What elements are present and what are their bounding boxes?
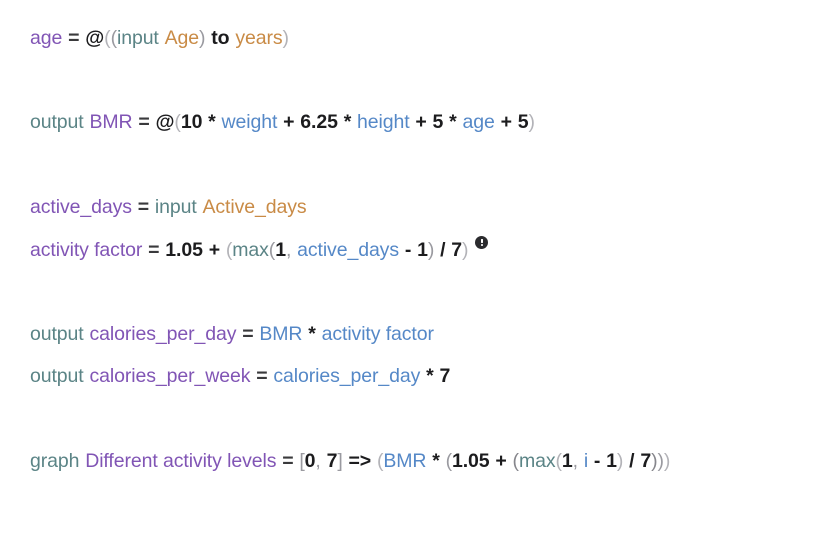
input-label-active-days[interactable]: Active_days	[203, 196, 307, 218]
at-operator: @	[85, 27, 105, 49]
defined-name-calories-per-day[interactable]: calories_per_day	[89, 323, 236, 345]
divide-operator: /	[629, 450, 635, 472]
equals-operator: =	[242, 323, 254, 345]
keyword-output: output	[30, 111, 84, 133]
arrow-operator: =>	[348, 450, 372, 472]
plus-operator-2: +	[415, 111, 427, 133]
function-max: max	[518, 450, 556, 472]
at-operator: @	[155, 111, 175, 133]
multiply-operator: *	[308, 323, 316, 345]
number-7: 7	[439, 365, 451, 387]
bracket-close: ]	[337, 450, 343, 472]
plus-operator-3: +	[500, 111, 512, 133]
keyword-input: input	[154, 196, 197, 218]
multiply-operator-3: *	[449, 111, 457, 133]
reference-height[interactable]: height	[357, 111, 410, 133]
formula-line-calories-per-week[interactable]: output calories_per_week = calories_per_day…	[30, 363, 793, 389]
equals-operator: =	[282, 450, 294, 472]
comma-1: ,	[315, 450, 321, 472]
plus-operator: +	[208, 239, 220, 261]
number-7: 7	[451, 239, 462, 261]
multiply-operator: *	[432, 450, 440, 472]
paren-close: )	[528, 111, 535, 133]
reference-age[interactable]: age	[462, 111, 494, 133]
formula-line-age[interactable]: age = @((input Age) to years)	[30, 25, 793, 51]
number-1-05: 1.05	[451, 450, 490, 472]
formula-line-bmr[interactable]: output BMR = @(10 * weight +6.25 * height +5 * age +…	[30, 109, 793, 135]
keyword-output: output	[30, 323, 84, 345]
number-1-b: 1	[606, 450, 617, 472]
number-10: 10	[180, 111, 203, 133]
defined-name-age[interactable]: age	[30, 27, 62, 49]
formula-line-active-days[interactable]: active_days = input Active_days	[30, 194, 793, 220]
number-1-a: 1	[561, 450, 573, 472]
plus-operator-1: +	[283, 111, 295, 133]
equals-operator: =	[68, 27, 80, 49]
equals-operator: =	[148, 239, 160, 261]
reference-bmr[interactable]: BMR	[383, 450, 426, 472]
paren-close-1: )	[462, 239, 469, 261]
reference-activity-factor[interactable]: activity factor	[322, 323, 434, 345]
keyword-output: output	[30, 365, 84, 387]
comma: ,	[285, 239, 292, 261]
function-max: max	[232, 239, 269, 261]
range-end: 7	[326, 450, 338, 472]
reference-active-days[interactable]: active_days	[297, 239, 399, 261]
equals-operator: =	[138, 111, 150, 133]
warning-info-icon[interactable]	[475, 236, 489, 249]
calculation-document[interactable]: age = @((input Age) to years) output BMR = @(10 *…	[0, 0, 813, 537]
variable-i[interactable]: i	[584, 450, 588, 472]
number-1-a: 1	[275, 239, 286, 261]
minus-operator: -	[593, 450, 601, 472]
equals-operator: =	[256, 365, 268, 387]
input-label-age[interactable]: Age	[165, 27, 200, 49]
equals-operator: =	[137, 196, 150, 218]
keyword-input: input	[116, 27, 159, 49]
comma-2: ,	[572, 450, 578, 472]
defined-name-active-days[interactable]: active_days	[30, 196, 132, 218]
formula-line-activity-factor[interactable]: activity factor = 1.05 + (max(1, active_days -…	[30, 236, 793, 263]
unit-years[interactable]: years	[235, 27, 282, 49]
defined-name-activity-factor[interactable]: activity factor	[30, 239, 142, 261]
paren-close-4: )	[616, 450, 624, 472]
minus-operator: -	[404, 239, 412, 261]
formula-line-graph[interactable]: graph Different activity levels = [0, 7] => (B…	[30, 448, 773, 474]
reference-bmr[interactable]: BMR	[259, 323, 302, 345]
formula-line-calories-per-day[interactable]: output calories_per_day = BMR * activity fact…	[30, 321, 793, 347]
keyword-to: to	[211, 27, 230, 49]
multiply-operator: *	[426, 365, 434, 387]
defined-name-bmr[interactable]: BMR	[89, 111, 132, 133]
number-7: 7	[640, 450, 652, 472]
plus-operator: +	[495, 450, 507, 472]
paren-close-2: )	[427, 239, 435, 261]
defined-name-calories-per-week[interactable]: calories_per_week	[89, 365, 250, 387]
number-6-25: 6.25	[300, 111, 338, 133]
divide-operator: /	[440, 239, 446, 261]
multiply-operator-1: *	[208, 111, 216, 133]
reference-weight[interactable]: weight	[222, 111, 278, 133]
keyword-graph: graph	[30, 450, 80, 472]
paren-close-1: )	[199, 27, 206, 49]
number-5-a: 5	[432, 111, 444, 133]
range-start: 0	[304, 450, 316, 472]
paren-close-2: )	[282, 27, 290, 49]
paren-close-1: )	[663, 450, 671, 472]
number-5-b: 5	[517, 111, 529, 133]
defined-name-graph-title[interactable]: Different activity levels	[85, 450, 276, 472]
reference-calories-per-day[interactable]: calories_per_day	[273, 365, 420, 387]
number-1-b: 1	[417, 239, 428, 261]
multiply-operator-2: *	[343, 111, 352, 133]
number-1-05: 1.05	[165, 239, 203, 261]
